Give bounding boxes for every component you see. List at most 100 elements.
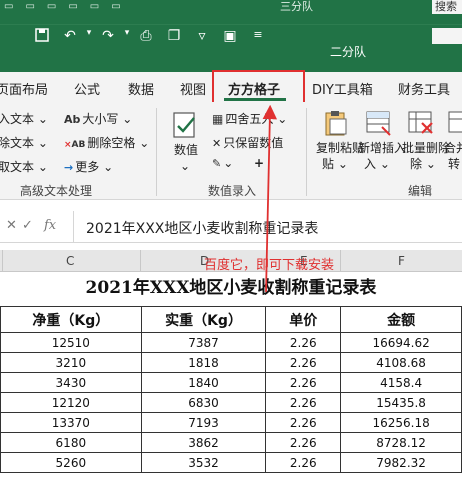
insert-button[interactable]: 新增插入 — [358, 140, 406, 156]
clipboard-paste-icon — [325, 111, 347, 136]
batch-delete-sub[interactable]: 除 ⌄ — [410, 156, 436, 172]
worksheet: 2021年XXX地区小麦收割称重记录表 净重（Kg） 实重（Kg） 单价 金额 … — [0, 272, 462, 485]
print-icon[interactable]: ⎙ — [132, 28, 160, 46]
plus-button[interactable]: + — [254, 156, 264, 170]
column-header-c[interactable]: C — [66, 254, 74, 268]
delete-space-button[interactable]: ×AB 删除空格 ⌄ — [64, 134, 149, 151]
group-label-number: 数值录入 — [208, 184, 257, 198]
header-actual-weight[interactable]: 实重（Kg） — [140, 306, 267, 333]
clipboard-icon[interactable]: ❐ — [160, 28, 188, 46]
cell-unit-price[interactable]: 2.26 — [265, 392, 342, 413]
group-label-text: 高级文本处理 — [20, 184, 93, 198]
merge-icon — [448, 111, 462, 133]
case-button[interactable]: Ab 大小写 ⌄ — [64, 110, 132, 127]
cell-amount[interactable]: 4108.68 — [340, 352, 462, 373]
dropdown-caret-icon-2[interactable]: ▾ — [122, 28, 132, 46]
sheet-title[interactable]: 2021年XXX地区小麦收割称重记录表 — [0, 272, 462, 305]
save-icon[interactable] — [28, 28, 56, 46]
table-row: 13370 7193 2.26 16256.18 — [0, 412, 462, 433]
numeric-button[interactable]: 数值 — [174, 142, 198, 158]
cell-amount[interactable]: 4158.4 — [340, 372, 462, 393]
merge-button[interactable]: 合并 — [444, 140, 462, 156]
cell-unit-price[interactable]: 2.26 — [265, 432, 342, 453]
cell-net-weight[interactable]: 12510 — [0, 332, 142, 353]
table-row: 5260 3532 2.26 7982.32 — [0, 452, 462, 473]
formula-bar-controls: ✕ ✓ fx — [0, 211, 74, 243]
box-icon[interactable]: ▣ — [216, 28, 244, 46]
search-box[interactable] — [432, 28, 462, 44]
cell-net-weight[interactable]: 3210 — [0, 352, 142, 373]
batch-delete-button[interactable]: 批量删除 — [402, 140, 450, 156]
cell-actual-weight[interactable]: 3862 — [140, 432, 267, 453]
cell-net-weight[interactable]: 6180 — [0, 432, 142, 453]
insert-sub[interactable]: 入 ⌄ — [364, 156, 390, 172]
round-button[interactable]: ▦ 四舍五入 ⌄ — [212, 110, 287, 127]
format-button[interactable]: ✎ ⌄ — [212, 156, 233, 170]
more-button[interactable]: → 更多 ⌄ — [64, 158, 113, 175]
cell-unit-price[interactable]: 2.26 — [265, 352, 342, 373]
table-row: 6180 3862 2.26 8728.12 — [0, 432, 462, 453]
annotation-highlight-box — [212, 70, 305, 106]
redo-icon[interactable]: ↷ — [94, 28, 122, 46]
cell-actual-weight[interactable]: 1818 — [140, 352, 267, 373]
back-window-search[interactable]: 搜索 — [432, 0, 462, 14]
window-title: 二分队 — [330, 45, 367, 59]
cell-amount[interactable]: 7982.32 — [340, 452, 462, 473]
cell-actual-weight[interactable]: 3532 — [140, 452, 267, 473]
cell-actual-weight[interactable]: 6830 — [140, 392, 267, 413]
cell-amount[interactable]: 15435.8 — [340, 392, 462, 413]
case-icon: Ab — [64, 113, 81, 126]
extract-text-button[interactable]: 取文本 ⌄ — [0, 158, 48, 175]
customize-icon[interactable]: ≡ — [244, 28, 272, 46]
chevron-down-icon: ⌄ — [122, 112, 133, 126]
cell-amount[interactable]: 16694.62 — [340, 332, 462, 353]
dropdown-caret-icon[interactable]: ▾ — [84, 28, 94, 46]
copy-paste-sub[interactable]: 贴 ⌄ — [322, 156, 348, 172]
cell-net-weight[interactable]: 3430 — [0, 372, 142, 393]
cell-net-weight[interactable]: 12120 — [0, 392, 142, 413]
header-unit-price[interactable]: 单价 — [265, 306, 342, 333]
filter-icon[interactable]: ▿ — [188, 28, 216, 46]
chevron-down-icon: ⌄ — [223, 156, 234, 170]
merge-sub[interactable]: 转 — [448, 156, 460, 172]
cell-amount[interactable]: 8728.12 — [340, 432, 462, 453]
tab-formulas[interactable]: 公式 — [74, 79, 100, 98]
cell-unit-price[interactable]: 2.26 — [265, 452, 342, 473]
keep-value-button[interactable]: ✕ 只保留数值 — [212, 134, 283, 151]
header-net-weight[interactable]: 净重（Kg） — [0, 306, 142, 333]
cell-unit-price[interactable]: 2.26 — [265, 372, 342, 393]
insert-text-button[interactable]: 入文本 ⌄ — [0, 110, 48, 127]
confirm-icon[interactable]: ✓ — [22, 218, 33, 233]
delete-text-button[interactable]: 除文本 ⌄ — [0, 134, 48, 151]
tab-data[interactable]: 数据 — [128, 79, 154, 98]
table-row: 12510 7387 2.26 16694.62 — [0, 332, 462, 353]
fx-icon[interactable]: fx — [44, 218, 56, 233]
annotation-text: 百度它，即可下载安装 — [204, 258, 335, 273]
header-amount[interactable]: 金额 — [340, 306, 462, 333]
back-window-qat-icons: ▭▭▭▭▭▭ — [4, 1, 133, 12]
cell-actual-weight[interactable]: 7387 — [140, 332, 267, 353]
tab-finance-tools[interactable]: 财务工具 — [398, 79, 450, 98]
formula-input[interactable]: 2021年XXX地区小麦收割称重记录表 — [86, 218, 318, 238]
arrow-right-icon: → — [64, 161, 74, 174]
numeric-check-icon — [173, 112, 195, 138]
cell-actual-weight[interactable]: 7193 — [140, 412, 267, 433]
cell-unit-price[interactable]: 2.26 — [265, 332, 342, 353]
cancel-icon[interactable]: ✕ — [6, 218, 17, 233]
tab-page-layout[interactable]: 页面布局 — [0, 79, 48, 98]
tab-view[interactable]: 视图 — [180, 79, 206, 98]
chevron-down-icon: ⌄ — [277, 112, 288, 126]
chevron-down-icon: ⌄ — [103, 160, 114, 174]
copy-paste-button[interactable]: 复制粘贴 — [316, 140, 364, 156]
cell-actual-weight[interactable]: 1840 — [140, 372, 267, 393]
tab-diy-toolbox[interactable]: DIY工具箱 — [312, 79, 373, 98]
column-header-f[interactable]: F — [398, 254, 405, 268]
numeric-dropdown[interactable]: ⌄ — [180, 158, 190, 174]
table-row: 3210 1818 2.26 4108.68 — [0, 352, 462, 373]
cell-unit-price[interactable]: 2.26 — [265, 412, 342, 433]
undo-icon[interactable]: ↶ — [56, 28, 84, 46]
cell-net-weight[interactable]: 5260 — [0, 452, 142, 473]
cell-net-weight[interactable]: 13370 — [0, 412, 142, 433]
chevron-down-icon: ⌄ — [37, 160, 48, 174]
cell-amount[interactable]: 16256.18 — [340, 412, 462, 433]
